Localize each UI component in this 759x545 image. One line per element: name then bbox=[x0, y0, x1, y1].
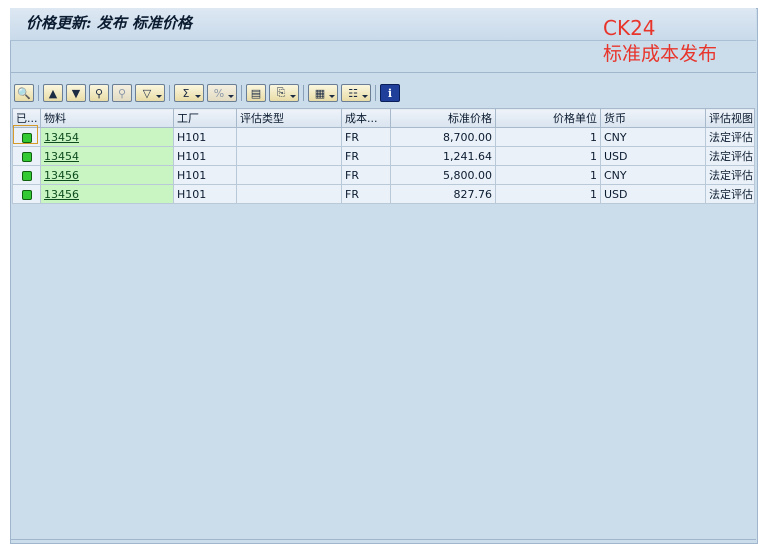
column-header-material[interactable]: 物料 bbox=[40, 108, 174, 128]
annotation-overlay: CK24 标准成本发布 bbox=[603, 15, 717, 67]
valuation-type-cell bbox=[236, 165, 342, 185]
details-button[interactable]: 🔍 bbox=[14, 84, 34, 102]
valuation-type-cell bbox=[236, 146, 342, 166]
export-icon: ⎘ bbox=[276, 86, 286, 99]
material-link[interactable]: 13456 bbox=[44, 188, 79, 201]
material-cell[interactable]: 13454 bbox=[40, 127, 174, 147]
currency-cell: USD bbox=[600, 184, 706, 204]
column-header-valuation-view[interactable]: 评估视图 bbox=[705, 108, 755, 128]
select-layout-icon: ☷ bbox=[348, 86, 358, 100]
currency-cell: CNY bbox=[600, 165, 706, 185]
material-link[interactable]: 13454 bbox=[44, 131, 79, 144]
plant-cell: H101 bbox=[173, 184, 237, 204]
annotation-tcode: CK24 bbox=[603, 16, 656, 40]
grid-header-row: 已... 物料 工厂 评估类型 成本... 标准价格 价格单位 货币 评估视图 bbox=[12, 108, 755, 128]
sort-descending-button[interactable]: ▼ bbox=[66, 84, 86, 102]
alv-toolbar: 🔍 ▲ ▼ ⚲ ⚲ ▽ Σ % ▤ ⎘ ▦ ☷ i bbox=[14, 82, 403, 104]
table-row[interactable]: 13454 H101 FR 1,241.64 1 USD 法定评估 bbox=[12, 146, 755, 166]
find-next-button[interactable]: ⚲ bbox=[112, 84, 132, 102]
price-unit-cell: 1 bbox=[495, 127, 601, 147]
standard-price-cell: 8,700.00 bbox=[390, 127, 496, 147]
find-button[interactable]: ⚲ bbox=[89, 84, 109, 102]
select-layout-button[interactable]: ☷ bbox=[341, 84, 371, 102]
find-next-icon: ⚲ bbox=[117, 86, 127, 100]
details-icon: 🔍 bbox=[17, 86, 31, 100]
bottom-divider bbox=[10, 539, 756, 540]
status-cell[interactable] bbox=[12, 127, 41, 147]
cost-cell: FR bbox=[341, 127, 391, 147]
standard-price-cell: 827.76 bbox=[390, 184, 496, 204]
status-green-icon bbox=[21, 151, 32, 162]
currency-cell: USD bbox=[600, 146, 706, 166]
table-row[interactable]: 13456 H101 FR 5,800.00 1 CNY 法定评估 bbox=[12, 165, 755, 185]
export-button[interactable]: ⎘ bbox=[269, 84, 299, 102]
column-header-valuation-type[interactable]: 评估类型 bbox=[236, 108, 342, 128]
print-preview-button[interactable]: ▤ bbox=[246, 84, 266, 102]
change-layout-button[interactable]: ▦ bbox=[308, 84, 338, 102]
status-cell[interactable] bbox=[12, 146, 41, 166]
status-cell[interactable] bbox=[12, 165, 41, 185]
valuation-type-cell bbox=[236, 127, 342, 147]
status-green-icon bbox=[21, 170, 32, 181]
information-icon: i bbox=[387, 86, 393, 100]
valuation-view-cell: 法定评估 bbox=[705, 165, 755, 185]
toolbar-separator bbox=[169, 85, 170, 101]
price-unit-cell: 1 bbox=[495, 146, 601, 166]
sum-button[interactable]: Σ bbox=[174, 84, 204, 102]
currency-cell: CNY bbox=[600, 127, 706, 147]
material-cell[interactable]: 13454 bbox=[40, 146, 174, 166]
print-preview-icon: ▤ bbox=[250, 86, 262, 100]
cost-cell: FR bbox=[341, 184, 391, 204]
sum-icon: Σ bbox=[182, 86, 190, 100]
column-header-price-unit[interactable]: 价格单位 bbox=[495, 108, 601, 128]
change-layout-icon: ▦ bbox=[314, 86, 326, 100]
valuation-view-cell: 法定评估 bbox=[705, 184, 755, 204]
column-header-currency[interactable]: 货币 bbox=[600, 108, 706, 128]
standard-price-cell: 5,800.00 bbox=[390, 165, 496, 185]
cost-cell: FR bbox=[341, 146, 391, 166]
subtotal-icon: % bbox=[213, 86, 225, 100]
plant-cell: H101 bbox=[173, 146, 237, 166]
sort-descending-icon: ▼ bbox=[71, 86, 81, 100]
column-header-status[interactable]: 已... bbox=[12, 108, 41, 128]
annotation-description: 标准成本发布 bbox=[603, 43, 718, 65]
toolbar-separator bbox=[303, 85, 304, 101]
valuation-view-cell: 法定评估 bbox=[705, 127, 755, 147]
filter-icon: ▽ bbox=[142, 86, 152, 100]
results-grid: 已... 物料 工厂 评估类型 成本... 标准价格 价格单位 货币 评估视图 … bbox=[12, 108, 755, 204]
filter-button[interactable]: ▽ bbox=[135, 84, 165, 102]
table-row[interactable]: 13456 H101 FR 827.76 1 USD 法定评估 bbox=[12, 184, 755, 204]
subtotal-button[interactable]: % bbox=[207, 84, 237, 102]
material-cell[interactable]: 13456 bbox=[40, 165, 174, 185]
plant-cell: H101 bbox=[173, 127, 237, 147]
material-cell[interactable]: 13456 bbox=[40, 184, 174, 204]
standard-price-cell: 1,241.64 bbox=[390, 146, 496, 166]
valuation-type-cell bbox=[236, 184, 342, 204]
material-link[interactable]: 13454 bbox=[44, 150, 79, 163]
cost-cell: FR bbox=[341, 165, 391, 185]
material-link[interactable]: 13456 bbox=[44, 169, 79, 182]
status-green-icon bbox=[21, 189, 32, 200]
valuation-view-cell: 法定评估 bbox=[705, 146, 755, 166]
status-cell[interactable] bbox=[12, 184, 41, 204]
page-title: 价格更新: 发布 标准价格 bbox=[26, 14, 192, 32]
column-header-plant[interactable]: 工厂 bbox=[173, 108, 237, 128]
find-icon: ⚲ bbox=[94, 86, 104, 100]
divider bbox=[10, 72, 756, 73]
column-header-standard-price[interactable]: 标准价格 bbox=[390, 108, 496, 128]
price-unit-cell: 1 bbox=[495, 184, 601, 204]
price-unit-cell: 1 bbox=[495, 165, 601, 185]
toolbar-separator bbox=[38, 85, 39, 101]
toolbar-separator bbox=[375, 85, 376, 101]
column-header-cost[interactable]: 成本... bbox=[341, 108, 391, 128]
sort-ascending-icon: ▲ bbox=[48, 86, 58, 100]
information-button[interactable]: i bbox=[380, 84, 400, 102]
table-row[interactable]: 13454 H101 FR 8,700.00 1 CNY 法定评估 bbox=[12, 127, 755, 147]
status-green-icon bbox=[21, 132, 32, 143]
sort-ascending-button[interactable]: ▲ bbox=[43, 84, 63, 102]
plant-cell: H101 bbox=[173, 165, 237, 185]
toolbar-separator bbox=[241, 85, 242, 101]
